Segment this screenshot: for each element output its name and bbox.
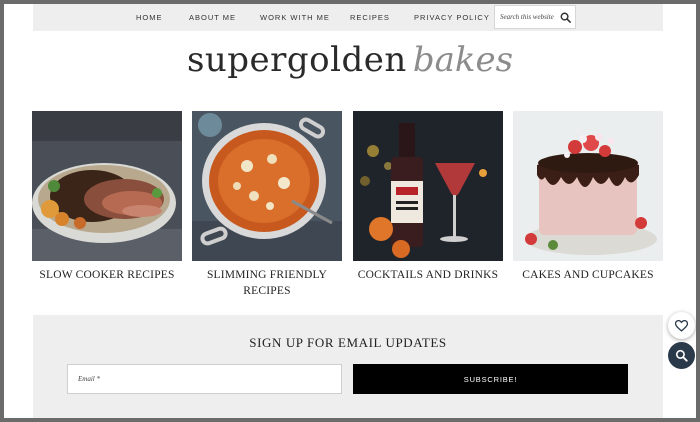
category-card-slimming-friendly[interactable]: SLIMMING FRIENDLY RECIPES [192,111,342,299]
subscribe-button[interactable]: SUBSCRIBE! [353,364,628,394]
nav-item-privacy-policy[interactable]: PRIVACY POLICY [414,4,490,31]
category-title[interactable]: SLOW COOKER RECIPES [32,267,182,283]
magnifier-icon [675,349,688,362]
category-card-cakes[interactable]: CAKES AND CUPCAKES [513,111,663,283]
favorite-button[interactable] [668,312,695,339]
nav-item-about-me[interactable]: ABOUT ME [189,4,236,31]
category-title[interactable]: SLIMMING FRIENDLY RECIPES [192,267,342,299]
nav-item-work-with-me[interactable]: WORK WITH ME [260,4,330,31]
search-input[interactable] [500,7,562,27]
nav-item-recipes[interactable]: RECIPES [350,4,390,31]
drip-cake-photo[interactable] [513,111,663,261]
email-signup-section: SIGN UP FOR EMAIL UPDATES SUBSCRIBE! [33,315,663,422]
top-navigation: HOME ABOUT ME WORK WITH ME RECIPES PRIVA… [33,4,663,31]
site-logo[interactable]: supergolden bakes [0,40,700,88]
category-title[interactable]: COCKTAILS AND DRINKS [353,267,503,283]
search-icon[interactable] [560,12,571,23]
logo-accent-word: bakes [412,40,514,80]
search-form [494,5,576,29]
nav-menu: HOME ABOUT ME WORK WITH ME RECIPES PRIVA… [33,4,493,31]
zoom-button[interactable] [668,342,695,369]
roast-meat-photo[interactable] [32,111,182,261]
nav-item-home[interactable]: HOME [136,4,163,31]
category-title[interactable]: CAKES AND CUPCAKES [513,267,663,283]
signup-title: SIGN UP FOR EMAIL UPDATES [249,335,447,350]
heart-icon [675,319,688,332]
cocktail-bottle-photo[interactable] [353,111,503,261]
category-card-cocktails[interactable]: COCKTAILS AND DRINKS [353,111,503,283]
email-field[interactable] [67,364,342,394]
casserole-dish-photo[interactable] [192,111,342,261]
logo-wordmark: supergolden [186,40,407,80]
category-card-slow-cooker[interactable]: SLOW COOKER RECIPES [32,111,182,283]
